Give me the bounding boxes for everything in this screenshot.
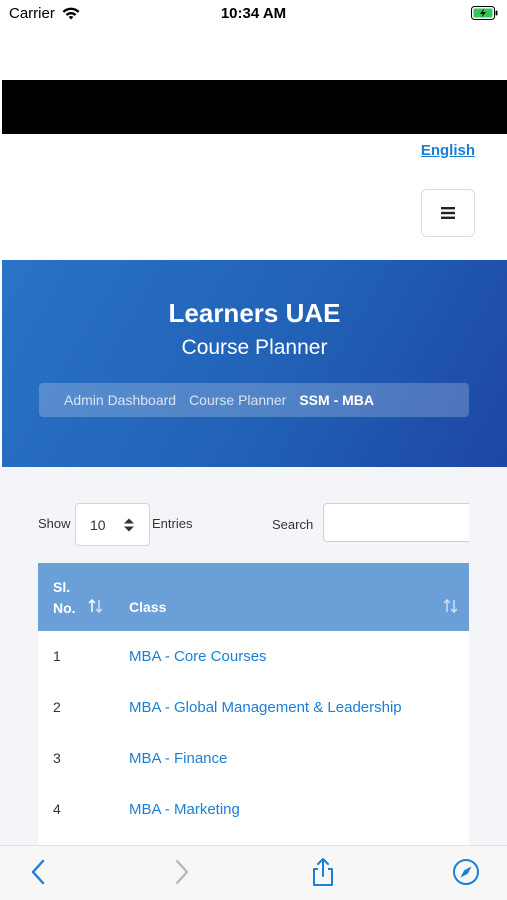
class-link[interactable]: MBA - Marketing [129,801,240,818]
table-row: 1 MBA - Core Courses [38,631,469,682]
table-row: 4 MBA - Marketing [38,784,469,835]
row-number: 4 [53,801,61,817]
forward-icon[interactable] [167,858,195,886]
browser-toolbar [0,845,507,900]
breadcrumb-course-planner[interactable]: Course Planner [189,392,286,408]
share-icon[interactable] [309,858,337,886]
hero-banner: Learners UAE Course Planner Admin Dashbo… [2,260,507,467]
hamburger-menu-icon [441,207,455,219]
table-row: 2 MBA - Global Management & Leadership [38,682,469,733]
show-label: Show [38,516,71,531]
select-arrows-icon [124,518,134,532]
compass-icon[interactable] [452,858,480,886]
sort-icon[interactable] [88,599,104,613]
table-row: 3 MBA - Finance [38,733,469,784]
column-header-sl-no[interactable]: Sl. No. [53,577,76,619]
sort-icon[interactable] [443,599,459,613]
breadcrumb: Admin Dashboard Course Planner SSM - MBA [39,383,469,417]
course-table: Sl. No. Class 1 MBA - Core Courses 2 MBA … [38,563,469,845]
table-header: Sl. No. Class [38,563,469,631]
search-label: Search [272,517,314,532]
class-link[interactable]: MBA - Global Management & Leadership [129,699,402,716]
search-input[interactable] [323,503,469,542]
page-title: Learners UAE [168,298,341,328]
main-content: Show 10 Entries Search Sl. No. Class 1 MB… [0,467,507,845]
top-banner [2,80,507,134]
entries-label: Entries [152,516,193,531]
menu-button[interactable] [421,189,475,237]
battery-charging-icon [471,6,498,20]
entries-value: 10 [90,517,106,533]
row-number: 3 [53,750,61,766]
clock: 10:34 AM [220,5,287,22]
back-icon[interactable] [25,858,53,886]
class-link[interactable]: MBA - Core Courses [129,648,267,665]
breadcrumb-current: SSM - MBA [299,392,375,408]
page-subtitle: Course Planner [181,336,328,359]
column-header-class[interactable]: Class [129,599,166,615]
class-link[interactable]: MBA - Finance [129,750,227,767]
row-number: 2 [53,699,61,715]
status-bar: Carrier 10:34 AM [0,0,507,28]
row-number: 1 [53,648,61,664]
entries-select[interactable]: 10 [75,503,150,546]
breadcrumb-admin-dashboard[interactable]: Admin Dashboard [64,392,176,408]
language-link[interactable]: English [421,142,475,159]
